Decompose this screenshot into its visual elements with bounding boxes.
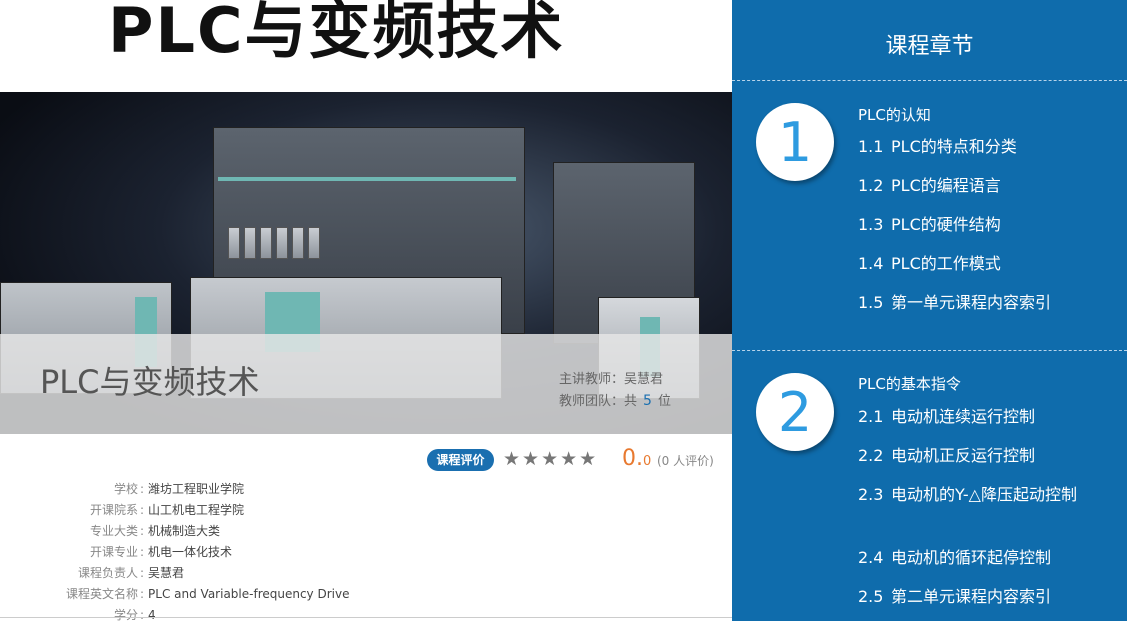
item-label: PLC的硬件结构 (891, 215, 1001, 234)
info-value: 机械制造大类 (148, 524, 221, 538)
divider (0, 617, 732, 618)
item-label: 第一单元课程内容索引 (891, 293, 1052, 312)
divider (732, 80, 1127, 81)
panel-title: 课程章节 (885, 34, 974, 59)
chapter-item[interactable]: 2.3 电动机的Y-△降压起动控制 (858, 483, 1088, 507)
chapter-item[interactable]: 2.4 电动机的循环起停控制 (858, 546, 1088, 570)
info-row-department: 开课院系: 山工机电工程学院 (20, 500, 720, 521)
info-label: 开课专业 (89, 545, 138, 559)
chapter-item[interactable]: 2.5 第二单元课程内容索引 (858, 585, 1088, 609)
teacher-name[interactable]: 吴慧君 (624, 372, 663, 387)
team-count[interactable]: 5 (637, 393, 658, 409)
team-unit: 位 (657, 394, 671, 409)
rating-score: 0.0 (622, 446, 651, 471)
score-int: 0. (622, 446, 643, 471)
main-teacher: 主讲教师：吴慧君 (559, 368, 663, 387)
item-number: 1.3 (858, 215, 884, 234)
chapter-item[interactable]: 2.1 电动机连续运行控制 (858, 405, 1088, 429)
info-row-credits: 学分:4 (20, 605, 720, 626)
info-value: 4 (148, 608, 156, 622)
course-name: PLC与变频技术 (40, 363, 260, 401)
info-value: 山工机电工程学院 (148, 503, 245, 517)
banner-title: PLC与变频技术 (108, 0, 565, 67)
info-label: 课程负责人 (77, 566, 138, 580)
rating-count: (0 人评价) (657, 454, 714, 468)
info-label: 课程英文名称 (65, 587, 138, 601)
teacher-label: 主讲教师： (559, 372, 625, 387)
divider (732, 350, 1127, 351)
teacher-team: 教师团队：共 5 位 (559, 390, 671, 409)
chapter-item[interactable]: 1.2 PLC的编程语言 (858, 174, 1088, 198)
info-row-category: 专业大类: 机械制造大类 (20, 521, 720, 542)
chapter-number-badge: 1 (756, 103, 834, 181)
item-number: 1.5 (858, 293, 884, 312)
item-number: 2.5 (858, 587, 884, 606)
info-row-english-name: 课程英文名称: PLC and Variable-frequency Drive (20, 584, 720, 605)
chapter-title[interactable]: PLC的认知 (858, 104, 931, 125)
item-label: 电动机正反运行控制 (891, 446, 1036, 465)
item-label: PLC的特点和分类 (891, 137, 1017, 156)
team-label: 教师团队：共 (559, 394, 638, 409)
info-value: PLC and Variable-frequency Drive (148, 587, 350, 601)
info-row-school: 学校: 潍坊工程职业学院 (20, 479, 720, 500)
chapter-item[interactable]: 1.3 PLC的硬件结构 (858, 213, 1088, 237)
info-label: 专业大类 (89, 524, 138, 538)
info-row-leader: 课程负责人: 吴慧君 (20, 563, 720, 584)
chapter-item[interactable]: 1.4 PLC的工作模式 (858, 252, 1088, 276)
info-row-major: 开课专业: 机电一体化技术 (20, 542, 720, 563)
score-dec: 0 (643, 454, 652, 469)
item-number: 1.2 (858, 176, 884, 195)
item-label: 电动机的Y-△降压起动控制 (891, 485, 1077, 504)
info-label: 学分 (113, 608, 138, 622)
info-label: 开课院系 (89, 503, 138, 517)
info-value: 潍坊工程职业学院 (148, 482, 245, 496)
chapter-title[interactable]: PLC的基本指令 (858, 373, 961, 394)
item-label: PLC的工作模式 (891, 254, 1001, 273)
chapter-panel: 课程章节 1 PLC的认知 1.1 PLC的特点和分类 1.2 PLC的编程语言 1… (732, 0, 1127, 621)
rating-stars[interactable]: ★★★★★ (503, 448, 598, 470)
chapter-number-badge: 2 (756, 373, 834, 451)
course-banner: PLC与变频技术 PLC与变频技术 主讲教师：吴慧君 教师团队：共 5 位 (0, 0, 732, 434)
item-label: 电动机的循环起停控制 (891, 548, 1052, 567)
item-number: 2.1 (858, 407, 884, 426)
chapter-item[interactable]: 1.1 PLC的特点和分类 (858, 135, 1088, 159)
item-label: PLC的编程语言 (891, 176, 1001, 195)
chapter-item[interactable]: 1.5 第一单元课程内容索引 (858, 291, 1088, 315)
course-info: 学校: 潍坊工程职业学院 开课院系: 山工机电工程学院 专业大类: 机械制造大类 开课… (20, 479, 720, 626)
item-number: 2.4 (858, 548, 884, 567)
info-value: 吴慧君 (148, 566, 185, 580)
item-number: 1.4 (858, 254, 884, 273)
item-number: 1.1 (858, 137, 884, 156)
item-label: 电动机连续运行控制 (891, 407, 1036, 426)
info-value: 机电一体化技术 (148, 545, 233, 559)
info-label: 学校 (113, 482, 138, 496)
course-evaluation-button[interactable]: 课程评价 (427, 449, 494, 471)
item-label: 第二单元课程内容索引 (891, 587, 1052, 606)
item-number: 2.3 (858, 485, 884, 504)
item-number: 2.2 (858, 446, 884, 465)
chapter-item[interactable]: 2.2 电动机正反运行控制 (858, 444, 1088, 468)
